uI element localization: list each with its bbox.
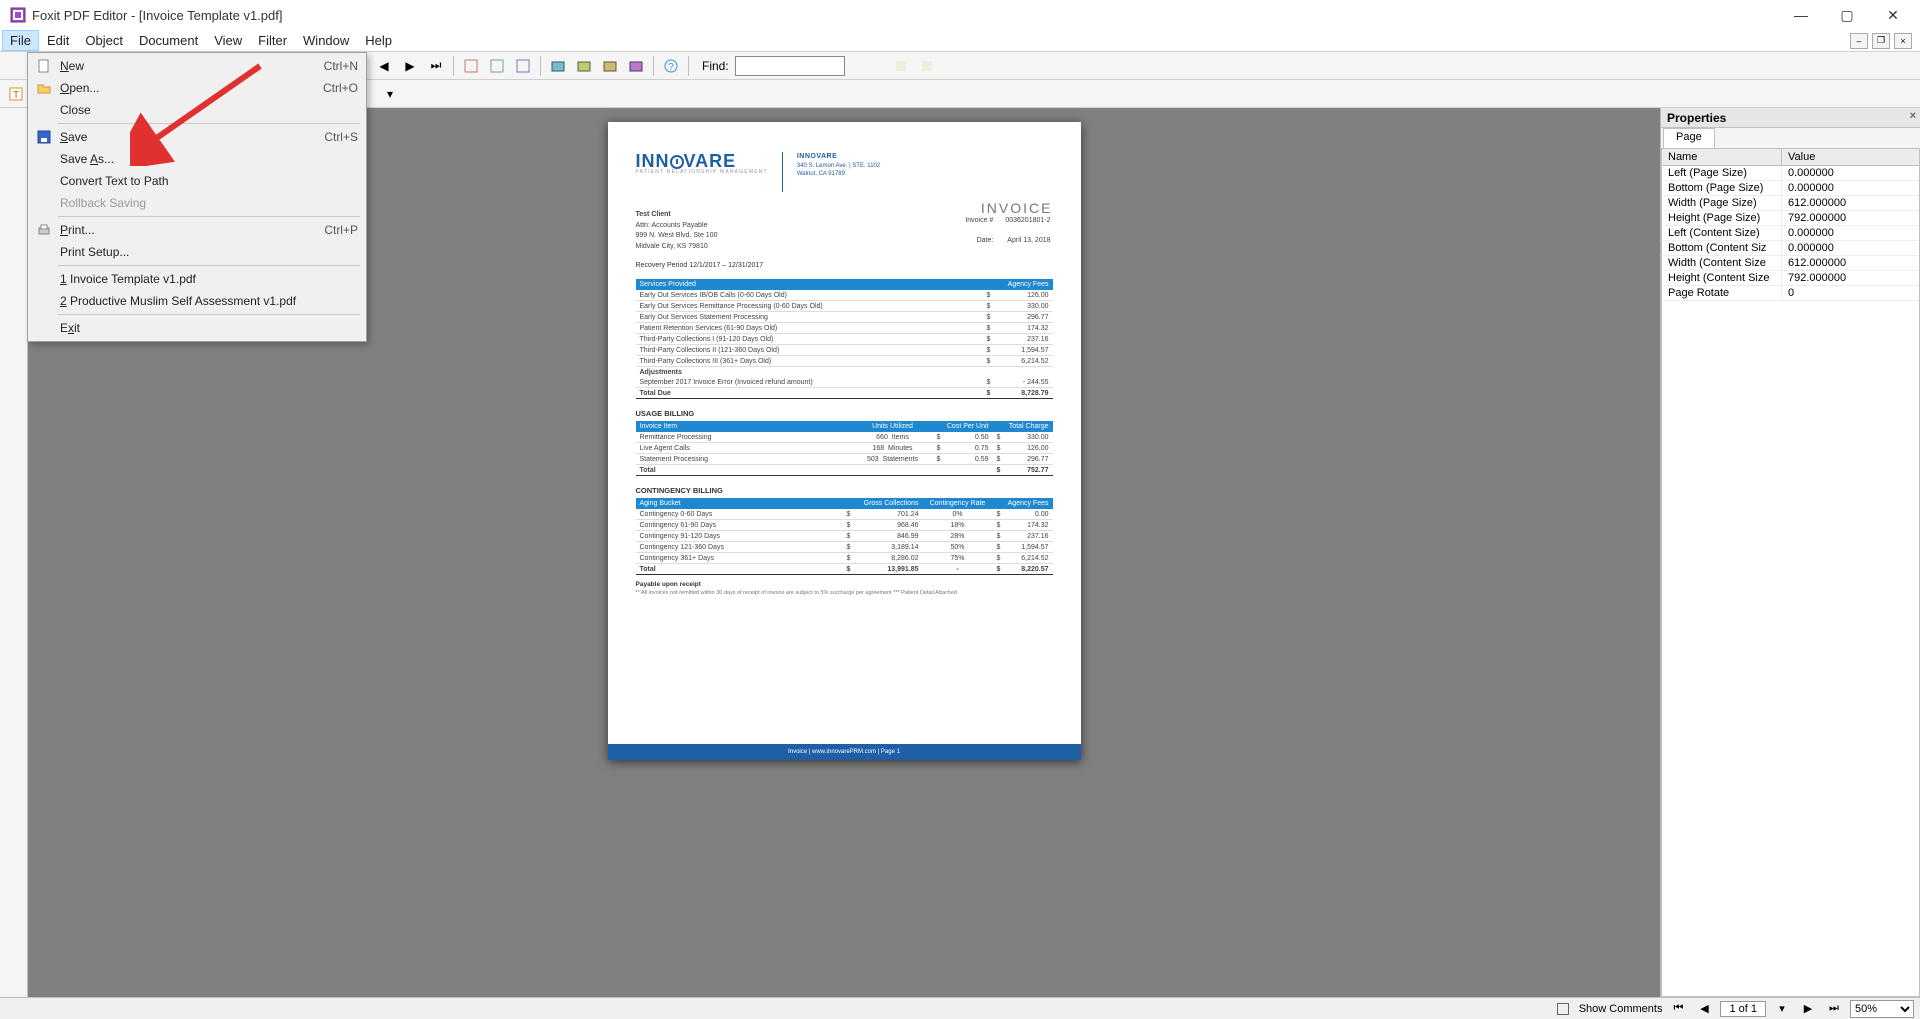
menu-object[interactable]: Object [77,30,131,51]
properties-panel: Properties × Page NameValue Left (Page S… [1660,108,1920,997]
status-bar: Show Comments ⏮ ◀ 1 of 1 ▾ ▶ ⏭ 50% [0,997,1920,1019]
tool-icon[interactable] [511,54,535,78]
page-footer: Invoice | www.InnovarePRM.com | Page 1 [608,744,1081,760]
properties-close-icon[interactable]: × [1910,110,1916,122]
menu-window[interactable]: Window [295,30,357,51]
menu-save[interactable]: SaveCtrl+S [30,126,364,148]
image-tool-icon[interactable] [546,54,570,78]
show-comments-checkbox[interactable] [1557,1003,1569,1015]
left-gutter [0,108,28,997]
window-title: Foxit PDF Editor - [Invoice Template v1.… [32,8,282,23]
app-icon [10,7,26,23]
usage-table: Invoice ItemUnits UtilizedCost Per UnitT… [636,421,1053,476]
find-next-icon[interactable] [915,54,939,78]
maximize-button[interactable]: ▢ [1824,0,1870,30]
tool-icon[interactable] [459,54,483,78]
print-icon [36,222,52,238]
menu-help[interactable]: Help [357,30,400,51]
find-prev-icon[interactable] [889,54,913,78]
minimize-button[interactable]: — [1778,0,1824,30]
find-input[interactable] [735,56,845,76]
image-tool-icon[interactable] [572,54,596,78]
recovery-period: Recovery Period 12/1/2017 – 12/31/2017 [636,262,764,269]
file-menu-dropdown: NewCtrl+N Open...Ctrl+O Close SaveCtrl+S… [27,52,367,342]
show-comments-label: Show Comments [1579,1003,1663,1015]
save-icon [36,129,52,145]
menu-save-as[interactable]: Save As... [30,148,364,170]
menu-print-setup[interactable]: Print Setup... [30,241,364,263]
tool-icon[interactable] [485,54,509,78]
menu-exit[interactable]: Exit [30,317,364,339]
pdf-page[interactable]: INNVAREPATIENT RELATIONSHIP MANAGEMENT I… [608,122,1081,760]
menu-rollback-saving: Rollback Saving [30,192,364,214]
edit-tool-icon[interactable]: T [4,82,28,106]
menu-filter[interactable]: Filter [250,30,295,51]
menu-document[interactable]: Document [131,30,206,51]
zoom-select[interactable]: 50% [1850,1000,1914,1018]
property-row: Bottom (Page Size)0.000000 [1662,181,1919,196]
mdi-minimize-button[interactable]: – [1850,33,1868,49]
next-page-icon[interactable]: ▶ [398,54,422,78]
close-button[interactable]: ✕ [1870,0,1916,30]
properties-title: Properties × [1661,108,1920,128]
properties-grid: NameValue Left (Page Size)0.000000Bottom… [1661,148,1920,997]
find-label: Find: [702,59,729,73]
menu-recent-2[interactable]: 2 Productive Muslim Self Assessment v1.p… [30,290,364,312]
property-row: Width (Content Size612.000000 [1662,256,1919,271]
menu-recent-1[interactable]: 1 Invoice Template v1.pdf [30,268,364,290]
property-row: Page Rotate0 [1662,286,1919,301]
invoice-meta: Invoice #0036201801-2 Date:April 13, 201… [963,210,1052,252]
menu-new[interactable]: NewCtrl+N [30,55,364,77]
property-row: Left (Content Size)0.000000 [1662,226,1919,241]
page-indicator: 1 of 1 [1720,1001,1766,1017]
title-bar: Foxit PDF Editor - [Invoice Template v1.… [0,0,1920,30]
invoice-title: INVOICE [981,200,1053,216]
next-page-button[interactable]: ▶ [1798,1000,1818,1018]
company-block: INNOVARE 340 S. Lemon Ave. | STE. 1102 W… [797,152,880,192]
property-row: Width (Page Size)612.000000 [1662,196,1919,211]
logo: INNVAREPATIENT RELATIONSHIP MANAGEMENT [636,152,768,175]
dropdown-icon[interactable]: ▾ [378,82,402,106]
open-folder-icon [36,80,52,96]
services-table: Services ProvidedAgency Fees Early Out S… [636,279,1053,399]
property-row: Height (Page Size)792.000000 [1662,211,1919,226]
property-row: Bottom (Content Siz0.000000 [1662,241,1919,256]
property-row: Left (Page Size)0.000000 [1662,166,1919,181]
menu-close[interactable]: Close [30,99,364,121]
prev-page-icon[interactable]: ◀ [372,54,396,78]
contingency-table: Aging BucketGross CollectionsContingency… [636,498,1053,575]
svg-text:T: T [13,90,19,101]
last-page-icon[interactable]: ⏭ [424,54,448,78]
menu-view[interactable]: View [206,30,250,51]
menu-edit[interactable]: Edit [39,30,77,51]
page-dropdown-icon[interactable]: ▾ [1772,1000,1792,1018]
usage-title: USAGE BILLING [636,409,1053,418]
fineprint: Payable upon receipt ** All invoices not… [636,581,1053,596]
image-tool-icon[interactable] [624,54,648,78]
menu-bar: File Edit Object Document View Filter Wi… [0,30,1920,52]
last-page-button[interactable]: ⏭ [1824,1000,1844,1018]
svg-text:?: ? [668,62,674,73]
new-file-icon [36,58,52,74]
mdi-restore-button[interactable]: ❐ [1872,33,1890,49]
image-tool-icon[interactable] [598,54,622,78]
client-block: Test Client Attn: Accounts Payable 999 N… [636,210,718,252]
menu-print[interactable]: Print...Ctrl+P [30,219,364,241]
menu-convert-text-to-path[interactable]: Convert Text to Path [30,170,364,192]
help-icon[interactable]: ? [659,54,683,78]
menu-open[interactable]: Open...Ctrl+O [30,77,364,99]
first-page-button[interactable]: ⏮ [1668,1000,1688,1018]
mdi-close-button[interactable]: × [1894,33,1912,49]
prev-page-button[interactable]: ◀ [1694,1000,1714,1018]
contingency-title: CONTINGENCY BILLING [636,486,1053,495]
properties-tab-page[interactable]: Page [1663,128,1715,148]
property-row: Height (Content Size792.000000 [1662,271,1919,286]
menu-file[interactable]: File [2,30,39,51]
